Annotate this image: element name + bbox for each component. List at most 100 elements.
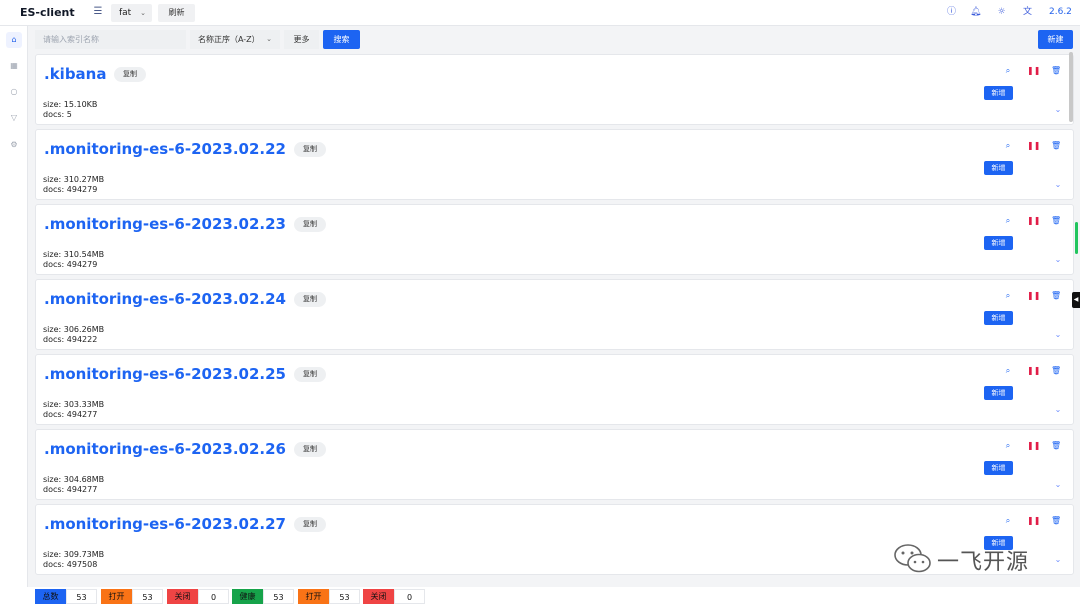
- pause-icon[interactable]: ❚❚: [1027, 141, 1040, 151]
- index-size: size: 309.73MB: [43, 550, 104, 560]
- chevron-down-icon[interactable]: ⌄: [1053, 330, 1063, 340]
- menu-toggle-icon[interactable]: ☰: [92, 6, 104, 18]
- index-card[interactable]: .monitoring-es-6-2023.02.26 复制 size: 304.6…: [35, 429, 1074, 500]
- copy-button[interactable]: 复制: [294, 442, 326, 457]
- sun-icon[interactable]: ☼: [996, 7, 1007, 18]
- scroll-position-marker: [1075, 222, 1078, 254]
- size-value: 310.27MB: [63, 175, 105, 184]
- status-value: 53: [132, 589, 163, 604]
- copy-button[interactable]: 复制: [294, 217, 326, 232]
- new-index-button[interactable]: 新建: [1038, 30, 1073, 49]
- pause-icon[interactable]: ❚❚: [1027, 441, 1040, 451]
- pause-icon[interactable]: ❚❚: [1027, 216, 1040, 226]
- trash-icon[interactable]: 🗑︎: [1051, 216, 1061, 226]
- index-docs: docs: 494279: [43, 185, 104, 195]
- info-icon[interactable]: ⓘ: [946, 7, 957, 18]
- more-button[interactable]: 更多: [284, 30, 319, 49]
- search-icon[interactable]: ⌕: [1003, 516, 1013, 526]
- chevron-down-icon[interactable]: ⌄: [1053, 555, 1063, 565]
- status-value: 53: [329, 589, 360, 604]
- bell-icon[interactable]: 🔔︎: [970, 7, 981, 18]
- refresh-button[interactable]: 刷新: [158, 4, 195, 22]
- status-label: 健康: [232, 589, 263, 604]
- add-button[interactable]: 新增: [984, 311, 1013, 325]
- status-label: 关闭: [167, 589, 198, 604]
- nav-settings-icon[interactable]: ⚙: [6, 137, 22, 153]
- copy-button[interactable]: 复制: [294, 292, 326, 307]
- index-name[interactable]: .monitoring-es-6-2023.02.27: [44, 515, 286, 533]
- pause-icon[interactable]: ❚❚: [1027, 366, 1040, 376]
- index-name[interactable]: .monitoring-es-6-2023.02.23: [44, 215, 286, 233]
- index-card[interactable]: .monitoring-es-6-2023.02.23 复制 size: 310.5…: [35, 204, 1074, 275]
- trash-icon[interactable]: 🗑︎: [1051, 516, 1061, 526]
- nav-search-icon[interactable]: ○: [6, 84, 22, 100]
- pause-icon[interactable]: ❚❚: [1027, 516, 1040, 526]
- environment-value: fat: [119, 8, 132, 18]
- index-meta: size: 310.54MB docs: 494279: [43, 250, 104, 270]
- search-button[interactable]: 搜索: [323, 30, 360, 49]
- search-icon[interactable]: ⌕: [1003, 66, 1013, 76]
- add-button[interactable]: 新增: [984, 86, 1013, 100]
- add-button[interactable]: 新增: [984, 236, 1013, 250]
- nav-filter-icon[interactable]: ▽: [6, 110, 22, 126]
- sort-select[interactable]: 名称正序（A-Z） ⌄: [190, 30, 280, 49]
- search-icon[interactable]: ⌕: [1003, 291, 1013, 301]
- trash-icon[interactable]: 🗑︎: [1051, 366, 1061, 376]
- index-name[interactable]: .monitoring-es-6-2023.02.26: [44, 440, 286, 458]
- index-name[interactable]: .monitoring-es-6-2023.02.24: [44, 290, 286, 308]
- top-bar: ES-client ☰ fat ⌄ 刷新 ⓘ 🔔︎ ☼ 文 2.6.2: [0, 0, 1080, 26]
- index-size: size: 306.26MB: [43, 325, 104, 335]
- index-card[interactable]: .monitoring-es-6-2023.02.24 复制 size: 306.2…: [35, 279, 1074, 350]
- trash-icon[interactable]: 🗑︎: [1051, 141, 1061, 151]
- status-value: 0: [394, 589, 425, 604]
- add-button[interactable]: 新增: [984, 386, 1013, 400]
- chevron-down-icon[interactable]: ⌄: [1053, 405, 1063, 415]
- size-value: 306.26MB: [63, 325, 105, 334]
- docs-label: docs:: [43, 335, 67, 344]
- size-value: 303.33MB: [63, 400, 105, 409]
- watermark-text: 一飞开源: [937, 550, 1030, 575]
- copy-button[interactable]: 复制: [294, 367, 326, 382]
- index-name[interactable]: .monitoring-es-6-2023.02.25: [44, 365, 286, 383]
- copy-button[interactable]: 复制: [114, 67, 146, 82]
- index-name[interactable]: .monitoring-es-6-2023.02.22: [44, 140, 286, 158]
- index-card[interactable]: .monitoring-es-6-2023.02.25 复制 size: 303.3…: [35, 354, 1074, 425]
- index-docs: docs: 494279: [43, 260, 104, 270]
- docs-value: 494279: [66, 185, 98, 194]
- scrollbar-thumb[interactable]: [1069, 52, 1073, 122]
- copy-button[interactable]: 复制: [294, 517, 326, 532]
- trash-icon[interactable]: 🗑︎: [1051, 66, 1061, 76]
- index-docs: docs: 494277: [43, 485, 104, 495]
- index-size: size: 303.33MB: [43, 400, 104, 410]
- nav-home-icon[interactable]: ⌂: [6, 32, 22, 48]
- search-icon[interactable]: ⌕: [1003, 216, 1013, 226]
- size-label: size:: [43, 400, 64, 409]
- add-button[interactable]: 新增: [984, 461, 1013, 475]
- index-size: size: 310.54MB: [43, 250, 104, 260]
- index-name[interactable]: .kibana: [44, 65, 106, 83]
- translate-icon[interactable]: 文: [1022, 7, 1033, 18]
- trash-icon[interactable]: 🗑︎: [1051, 441, 1061, 451]
- copy-button[interactable]: 复制: [294, 142, 326, 157]
- pause-icon[interactable]: ❚❚: [1027, 66, 1040, 76]
- chevron-down-icon[interactable]: ⌄: [1053, 480, 1063, 490]
- environment-select[interactable]: fat ⌄: [111, 4, 152, 22]
- add-button[interactable]: 新增: [984, 161, 1013, 175]
- docs-label: docs:: [43, 185, 67, 194]
- pause-icon[interactable]: ❚❚: [1027, 291, 1040, 301]
- chevron-down-icon[interactable]: ⌄: [1053, 180, 1063, 190]
- size-label: size:: [43, 250, 64, 259]
- index-search-input[interactable]: [35, 30, 186, 49]
- nav-grid-icon[interactable]: ▦: [6, 58, 22, 74]
- search-icon[interactable]: ⌕: [1003, 141, 1013, 151]
- side-panel-toggle[interactable]: ◀: [1072, 292, 1080, 308]
- chevron-down-icon[interactable]: ⌄: [1053, 105, 1063, 115]
- index-meta: size: 304.68MB docs: 494277: [43, 475, 104, 495]
- search-icon[interactable]: ⌕: [1003, 366, 1013, 376]
- trash-icon[interactable]: 🗑︎: [1051, 291, 1061, 301]
- search-icon[interactable]: ⌕: [1003, 441, 1013, 451]
- chevron-down-icon[interactable]: ⌄: [1053, 255, 1063, 265]
- size-value: 309.73MB: [63, 550, 105, 559]
- index-card[interactable]: .monitoring-es-6-2023.02.22 复制 size: 310.2…: [35, 129, 1074, 200]
- index-card[interactable]: .kibana 复制 size: 15.10KB docs: 5 ⌕ ❚❚ 🗑︎ 新增 ⌄: [35, 54, 1074, 125]
